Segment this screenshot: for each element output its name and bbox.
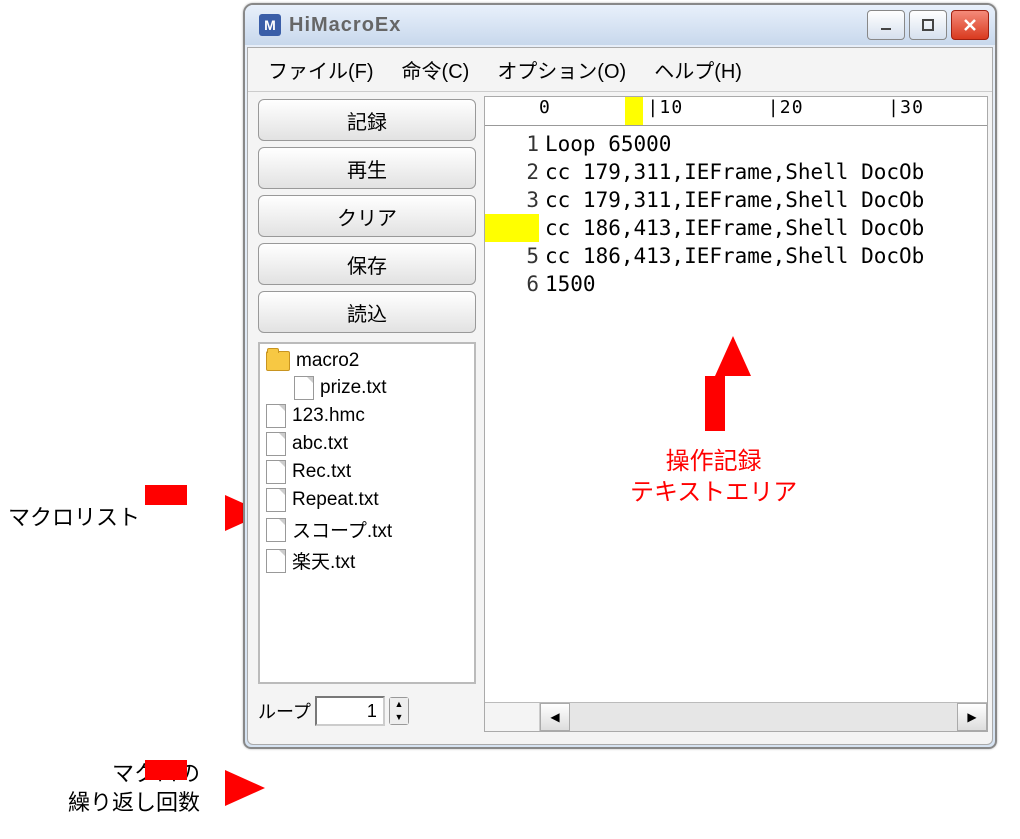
code-line[interactable]: 2 cc 179,311,IEFrame,Shell DocOb — [485, 158, 987, 186]
tree-file[interactable]: prize.txt — [262, 374, 472, 402]
arrow-editor — [715, 336, 751, 376]
scroll-right-button[interactable]: ▶ — [957, 703, 987, 731]
scroll-track[interactable] — [570, 703, 957, 731]
maximize-button[interactable] — [909, 10, 947, 40]
code-line[interactable]: 3 cc 179,311,IEFrame,Shell DocOb — [485, 186, 987, 214]
clear-button[interactable]: クリア — [258, 195, 476, 237]
arrow-loop-count — [225, 770, 265, 806]
line-body: cc 179,311,IEFrame,Shell DocOb — [545, 158, 987, 186]
tree-file[interactable]: abc.txt — [262, 430, 472, 458]
line-number: 1 — [485, 130, 545, 158]
app-icon: M — [259, 14, 281, 36]
annotation-editor: 操作記録 テキストエリア — [630, 446, 797, 508]
file-tree[interactable]: macro2 prize.txt 123.hmc abc.txt — [258, 342, 476, 684]
spin-down-icon[interactable]: ▼ — [390, 711, 408, 724]
menu-command[interactable]: 命令(C) — [388, 52, 484, 87]
tree-folder[interactable]: macro2 — [262, 348, 472, 374]
tree-file-label: Rec.txt — [292, 461, 351, 483]
horizontal-scrollbar[interactable]: ◀ ▶ — [485, 702, 987, 731]
line-body: cc 179,311,IEFrame,Shell DocOb — [545, 186, 987, 214]
loop-label: ループ — [258, 698, 311, 724]
line-body: Loop 65000 — [545, 130, 987, 158]
menubar: ファイル(F) 命令(C) オプション(O) ヘルプ(H) — [248, 48, 992, 92]
loop-input[interactable]: 1 — [315, 696, 385, 726]
tree-file-label: Repeat.txt — [292, 489, 379, 511]
file-icon — [266, 488, 286, 512]
menu-help[interactable]: ヘルプ(H) — [640, 52, 756, 87]
annotation-macro-list: マクロリスト — [0, 500, 140, 532]
app-window: M HiMacroEx ファイル(F) 命令(C) オプション(O) ヘルプ(H… — [243, 3, 997, 749]
titlebar[interactable]: M HiMacroEx — [245, 5, 995, 45]
load-button[interactable]: 読込 — [258, 291, 476, 333]
loop-spinner[interactable]: ▲ ▼ — [389, 697, 409, 725]
loop-row: ループ 1 ▲ ▼ — [252, 690, 482, 732]
folder-icon — [266, 351, 290, 371]
menu-file[interactable]: ファイル(F) — [254, 52, 388, 87]
line-number: 5 — [485, 242, 545, 270]
spin-up-icon[interactable]: ▲ — [390, 698, 408, 711]
line-number: 6 — [485, 270, 545, 298]
file-icon — [266, 549, 286, 573]
tree-file-label: abc.txt — [292, 433, 348, 455]
close-button[interactable] — [951, 10, 989, 40]
tree-folder-label: macro2 — [296, 350, 359, 372]
line-body: 1500 — [545, 270, 987, 298]
editor-pane: 0 |10 |20 |30 1 Loop 65000 2 cc 179,311,… — [484, 96, 988, 732]
scroll-gutter — [485, 703, 540, 731]
scroll-left-button[interactable]: ◀ — [540, 703, 570, 731]
file-icon — [266, 460, 286, 484]
line-body: cc 186,413,IEFrame,Shell DocOb — [545, 214, 987, 242]
file-icon — [266, 518, 286, 542]
save-button[interactable]: 保存 — [258, 243, 476, 285]
maximize-icon — [921, 18, 935, 32]
ruler: 0 |10 |20 |30 — [485, 97, 987, 126]
menu-option[interactable]: オプション(O) — [483, 52, 640, 87]
tree-file-label: 楽天.txt — [292, 547, 355, 574]
left-pane: 記録 再生 クリア 保存 読込 macro2 prize.txt — [252, 96, 482, 732]
code-editor[interactable]: 1 Loop 65000 2 cc 179,311,IEFrame,Shell … — [485, 126, 987, 702]
window-title: HiMacroEx — [289, 14, 863, 37]
tree-file-label: prize.txt — [320, 377, 387, 399]
minimize-icon — [879, 18, 893, 32]
current-line-highlight — [485, 214, 539, 242]
line-body: cc 186,413,IEFrame,Shell DocOb — [545, 242, 987, 270]
close-icon — [962, 17, 978, 33]
ruler-text: 0 |10 |20 |30 — [539, 97, 924, 118]
tree-file[interactable]: スコープ.txt — [262, 514, 472, 545]
code-line[interactable]: 1 Loop 65000 — [485, 130, 987, 158]
code-line[interactable]: 4 cc 186,413,IEFrame,Shell DocOb — [485, 214, 987, 242]
record-button[interactable]: 記録 — [258, 99, 476, 141]
file-icon — [266, 432, 286, 456]
code-line[interactable]: 5 cc 186,413,IEFrame,Shell DocOb — [485, 242, 987, 270]
line-number: 2 — [485, 158, 545, 186]
tree-file[interactable]: Rec.txt — [262, 458, 472, 486]
tree-file-label: スコープ.txt — [292, 516, 392, 543]
file-icon — [294, 376, 314, 400]
tree-file-label: 123.hmc — [292, 405, 365, 427]
line-number: 3 — [485, 186, 545, 214]
play-button[interactable]: 再生 — [258, 147, 476, 189]
code-line[interactable]: 6 1500 — [485, 270, 987, 298]
minimize-button[interactable] — [867, 10, 905, 40]
tree-file[interactable]: 123.hmc — [262, 402, 472, 430]
file-icon — [266, 404, 286, 428]
tree-file[interactable]: 楽天.txt — [262, 545, 472, 576]
tree-file[interactable]: Repeat.txt — [262, 486, 472, 514]
